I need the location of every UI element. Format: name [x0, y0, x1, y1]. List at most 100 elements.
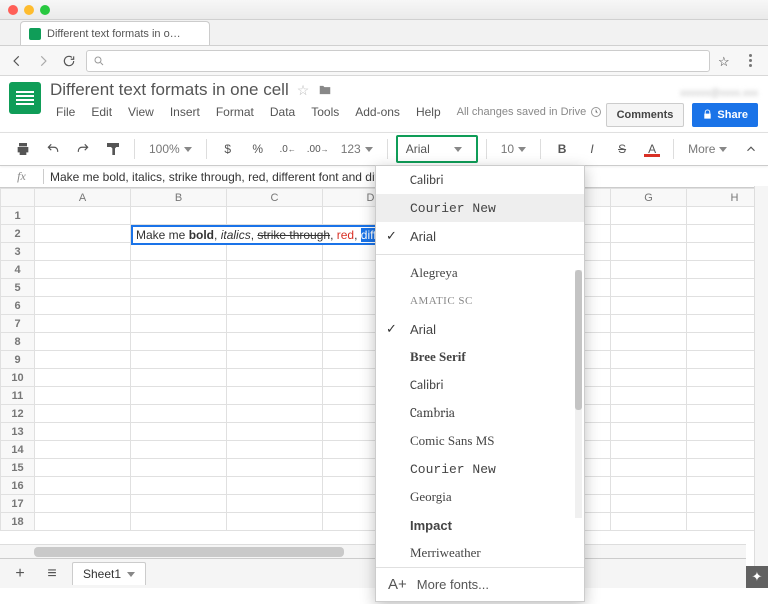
forward-button[interactable]	[34, 52, 52, 70]
cell[interactable]	[227, 297, 323, 315]
row-header[interactable]: 14	[1, 441, 35, 459]
row-header[interactable]: 15	[1, 459, 35, 477]
row-header[interactable]: 11	[1, 387, 35, 405]
cell[interactable]	[227, 387, 323, 405]
font-option[interactable]: Cambria	[376, 399, 584, 427]
cell[interactable]	[611, 441, 687, 459]
cell[interactable]	[227, 405, 323, 423]
add-sheet-button[interactable]: +	[8, 562, 32, 586]
cell[interactable]	[611, 333, 687, 351]
font-option[interactable]: Alegreya	[376, 259, 584, 287]
browser-menu-button[interactable]	[740, 54, 760, 67]
zoom-dropdown[interactable]: 100%	[143, 136, 198, 162]
increase-decimal-button[interactable]: .00→	[305, 136, 331, 162]
column-header[interactable]: A	[35, 189, 131, 207]
sheets-logo[interactable]	[0, 76, 50, 132]
cell[interactable]	[227, 369, 323, 387]
font-option[interactable]: Arial	[376, 315, 584, 343]
font-family-menu[interactable]: CalibriCourier NewArialAlegreyaAMATIC SC…	[375, 165, 585, 602]
cell[interactable]	[131, 405, 227, 423]
cell[interactable]	[35, 333, 131, 351]
menu-data[interactable]: Data	[264, 103, 301, 121]
font-size-dropdown[interactable]: 10	[495, 136, 532, 162]
cell[interactable]	[35, 351, 131, 369]
menu-view[interactable]: View	[122, 103, 160, 121]
cell[interactable]	[611, 207, 687, 225]
column-header[interactable]: G	[611, 189, 687, 207]
comments-button[interactable]: Comments	[606, 103, 685, 127]
cell[interactable]	[131, 513, 227, 531]
font-option[interactable]: Merriweather	[376, 539, 584, 567]
cell[interactable]	[35, 261, 131, 279]
decrease-decimal-button[interactable]: .0←	[275, 136, 301, 162]
more-dropdown[interactable]: More	[682, 136, 733, 162]
redo-button[interactable]	[70, 136, 96, 162]
cell[interactable]	[35, 513, 131, 531]
bookmark-star-icon[interactable]: ☆	[718, 54, 732, 68]
cell[interactable]	[131, 297, 227, 315]
cell[interactable]	[131, 477, 227, 495]
scrollbar-thumb[interactable]	[575, 270, 582, 410]
row-header[interactable]: 1	[1, 207, 35, 225]
column-header[interactable]: C	[227, 189, 323, 207]
hide-menus-button[interactable]	[744, 142, 758, 156]
cell[interactable]	[35, 207, 131, 225]
paint-format-button[interactable]	[100, 136, 126, 162]
all-sheets-button[interactable]: ≡	[40, 562, 64, 586]
cell[interactable]	[227, 441, 323, 459]
font-option[interactable]: Courier New	[376, 455, 584, 483]
window-close-button[interactable]	[8, 5, 18, 15]
folder-icon[interactable]	[317, 83, 333, 97]
cell[interactable]	[227, 279, 323, 297]
cell[interactable]	[227, 477, 323, 495]
cell[interactable]	[35, 441, 131, 459]
row-header[interactable]: 4	[1, 261, 35, 279]
cell[interactable]	[35, 369, 131, 387]
font-option[interactable]: Impact	[376, 511, 584, 539]
font-option[interactable]: Bree Serif	[376, 343, 584, 371]
cell[interactable]	[35, 423, 131, 441]
cell[interactable]	[131, 261, 227, 279]
vertical-scrollbar[interactable]	[754, 186, 768, 588]
column-header[interactable]: B	[131, 189, 227, 207]
row-header[interactable]: 6	[1, 297, 35, 315]
scrollbar-thumb[interactable]	[34, 547, 344, 557]
cell[interactable]	[227, 495, 323, 513]
font-option[interactable]: Comic Sans MS	[376, 427, 584, 455]
font-family-dropdown[interactable]: Arial	[396, 135, 478, 163]
cell-B2[interactable]: Make me bold, italics, strike through, r…	[131, 225, 227, 243]
menu-file[interactable]: File	[50, 103, 81, 121]
row-header[interactable]: 10	[1, 369, 35, 387]
back-button[interactable]	[8, 52, 26, 70]
font-option[interactable]: Georgia	[376, 483, 584, 511]
text-color-button[interactable]: A	[639, 136, 665, 162]
cell[interactable]	[35, 243, 131, 261]
cell[interactable]	[35, 459, 131, 477]
cell[interactable]	[131, 207, 227, 225]
row-header[interactable]: 3	[1, 243, 35, 261]
doc-title[interactable]: Different text formats in one cell	[50, 80, 289, 100]
cell[interactable]	[611, 243, 687, 261]
row-header[interactable]: 5	[1, 279, 35, 297]
cell[interactable]	[35, 225, 131, 243]
cell[interactable]	[227, 459, 323, 477]
row-header[interactable]: 16	[1, 477, 35, 495]
cell[interactable]	[131, 351, 227, 369]
currency-button[interactable]: $	[215, 136, 241, 162]
cell[interactable]	[131, 315, 227, 333]
select-all-cell[interactable]	[1, 189, 35, 207]
star-icon[interactable]: ☆	[297, 82, 310, 99]
row-header[interactable]: 9	[1, 351, 35, 369]
cell[interactable]	[131, 387, 227, 405]
cell[interactable]	[227, 243, 323, 261]
window-maximize-button[interactable]	[40, 5, 50, 15]
cell[interactable]	[611, 405, 687, 423]
undo-button[interactable]	[40, 136, 66, 162]
font-option[interactable]: Calibri	[376, 166, 584, 194]
cell[interactable]	[611, 369, 687, 387]
cell[interactable]	[35, 279, 131, 297]
font-option[interactable]: AMATIC SC	[376, 287, 584, 315]
reload-button[interactable]	[60, 52, 78, 70]
strikethrough-button[interactable]: S	[609, 136, 635, 162]
font-option[interactable]: Courier New	[376, 194, 584, 222]
